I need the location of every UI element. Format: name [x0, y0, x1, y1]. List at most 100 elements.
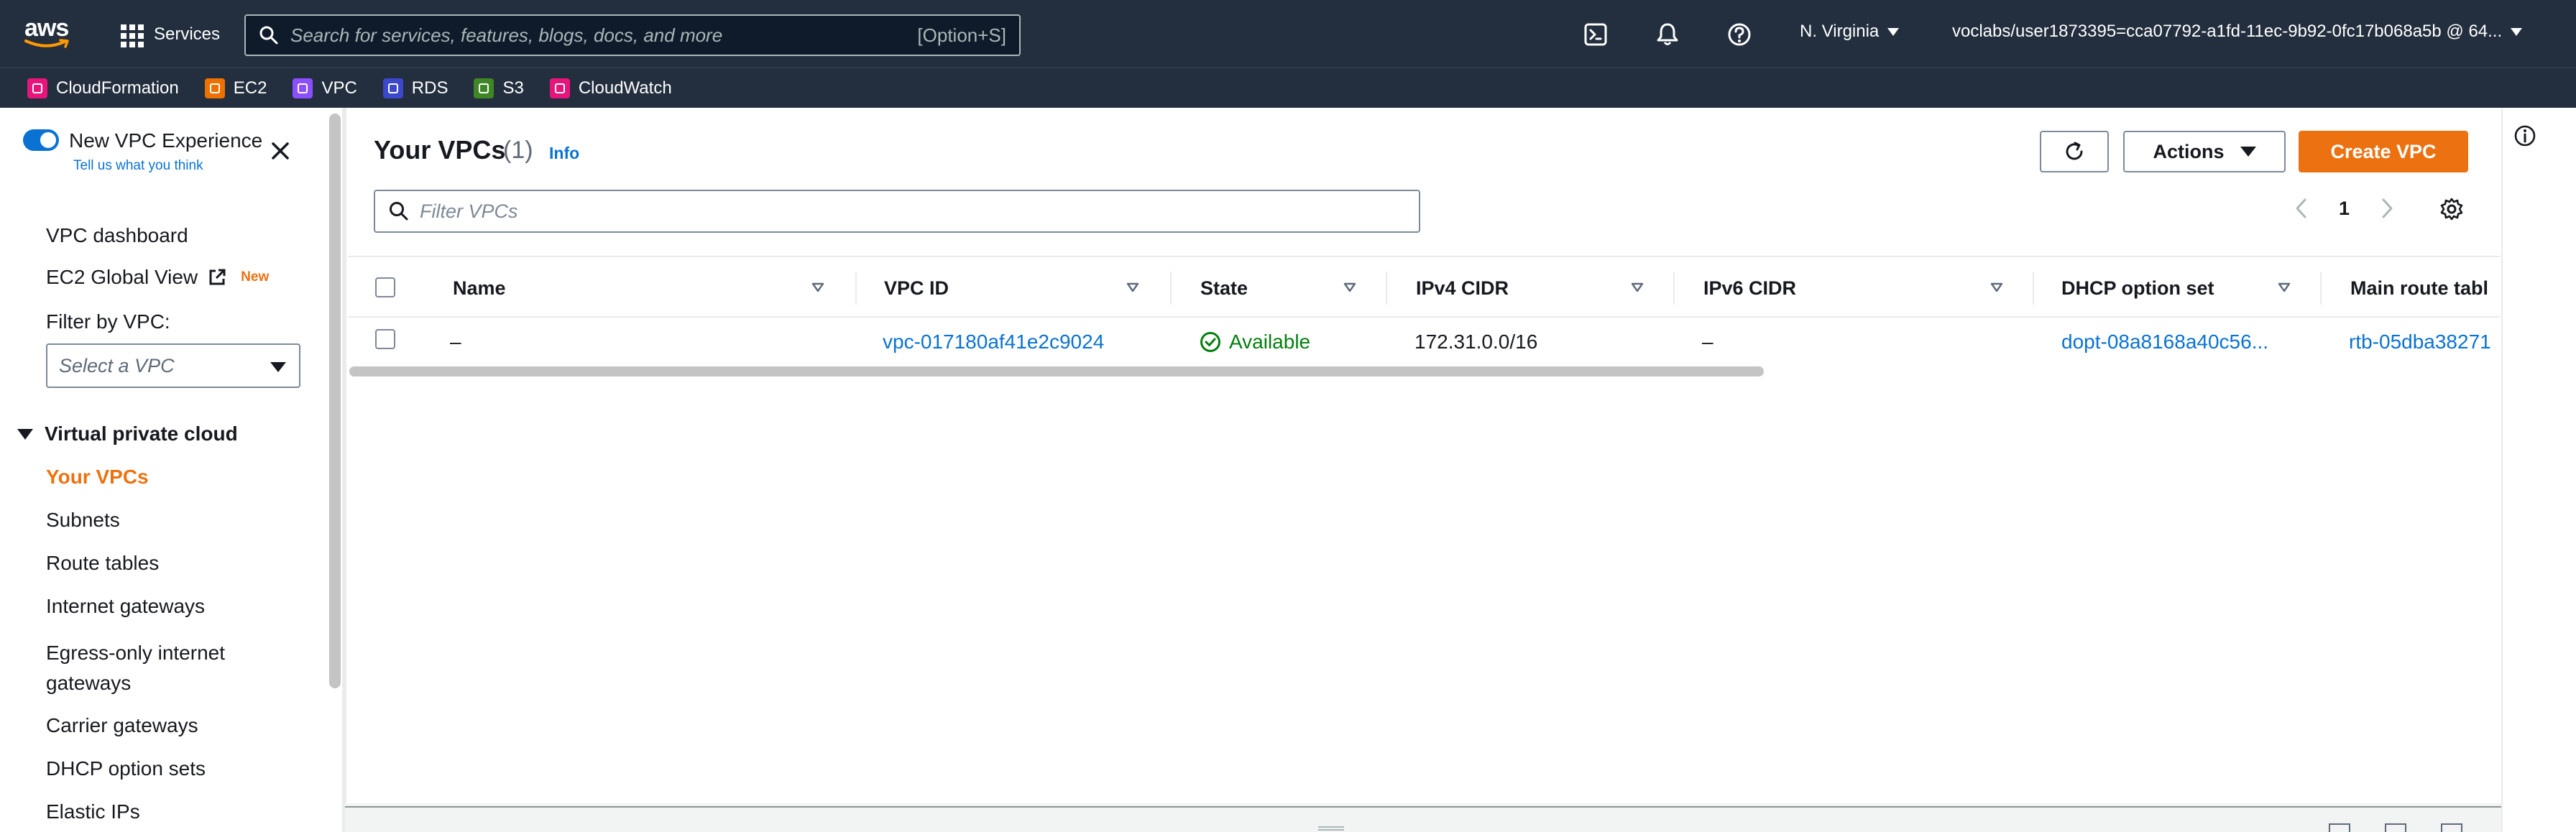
table-row[interactable]: – vpc-017180af41e2c9024 Available 172.31…: [348, 319, 2500, 362]
sort-icon[interactable]: [1990, 282, 2004, 293]
sort-icon[interactable]: [1343, 282, 1357, 293]
page-title: Your VPCs: [374, 135, 506, 165]
favorite-rds[interactable]: RDS: [382, 78, 448, 98]
favorite-label: CloudWatch: [578, 78, 672, 98]
cloudwatch-service-icon: [549, 78, 570, 98]
split-panel-hide-icon[interactable]: [2441, 823, 2462, 832]
page-number[interactable]: 1: [2339, 198, 2350, 220]
sidebar-item-egress-only-internet-gateways[interactable]: Egress-only internet gateways: [46, 638, 262, 698]
aws-logo[interactable]: aws: [24, 16, 75, 52]
cloudformation-service-icon: [27, 78, 47, 98]
column-header-main-route-table[interactable]: Main route tabl: [2350, 277, 2488, 300]
favorite-cloudformation[interactable]: CloudFormation: [27, 78, 179, 98]
section-virtual-private-cloud[interactable]: Virtual private cloud: [17, 422, 238, 445]
chevron-down-icon: [2511, 27, 2523, 36]
column-separator[interactable]: [2033, 272, 2034, 305]
vpc-filter-select[interactable]: Select a VPC: [46, 343, 300, 388]
column-header-vpc-id[interactable]: VPC ID: [884, 277, 949, 300]
global-search[interactable]: [Option+S]: [244, 14, 1021, 56]
favorite-ec2[interactable]: EC2: [204, 78, 267, 98]
gear-icon[interactable]: [2439, 197, 2464, 221]
column-separator[interactable]: [1386, 272, 1387, 305]
feedback-link[interactable]: Tell us what you think: [73, 158, 203, 174]
horizontal-scrollbar[interactable]: [348, 365, 2500, 378]
sort-icon[interactable]: [1126, 282, 1140, 293]
split-panel-side-icon[interactable]: [2385, 823, 2406, 832]
cell-main-route-table-link[interactable]: rtb-05dba38271: [2349, 331, 2491, 353]
search-shortcut-hint: [Option+S]: [917, 24, 1006, 46]
info-icon[interactable]: [2513, 124, 2537, 148]
filter-by-vpc-label: Filter by VPC:: [46, 310, 170, 333]
help-icon[interactable]: [1725, 20, 1754, 49]
services-label: Services: [154, 24, 221, 44]
aws-logo-text: aws: [24, 14, 69, 42]
split-panel-bottom-icon[interactable]: [2329, 823, 2350, 832]
sidebar-item-label: Carrier gateways: [46, 714, 198, 736]
vpc-count: (1): [503, 137, 533, 164]
filter-vpcs[interactable]: [374, 190, 1420, 233]
sidebar-item-internet-gateways[interactable]: Internet gateways: [46, 595, 205, 618]
notifications-bell-icon[interactable]: [1653, 20, 1682, 49]
sidebar-item-carrier-gateways[interactable]: Carrier gateways: [46, 714, 198, 737]
chevron-down-icon: [2240, 147, 2256, 157]
column-header-name[interactable]: Name: [453, 277, 506, 300]
sidebar-item-route-tables[interactable]: Route tables: [46, 552, 159, 575]
sidebar-item-vpc-dashboard[interactable]: VPC dashboard: [46, 224, 188, 247]
sidebar-item-ec2-global-view[interactable]: EC2 Global View New: [46, 266, 269, 289]
state-label: Available: [1229, 331, 1311, 353]
chevron-right-icon[interactable]: [2378, 197, 2396, 220]
actions-button[interactable]: Actions: [2123, 131, 2286, 172]
cell-vpc-id-link[interactable]: vpc-017180af41e2c9024: [883, 331, 1104, 353]
favorite-vpc[interactable]: VPC: [293, 78, 357, 98]
column-header-ipv4-cidr[interactable]: IPv4 CIDR: [1416, 277, 1509, 300]
refresh-button[interactable]: [2040, 131, 2109, 172]
chevron-left-icon[interactable]: [2293, 197, 2310, 220]
check-circle-icon: [1200, 332, 1220, 352]
chevron-down-icon: [1887, 27, 1900, 36]
aws-smile-icon: [24, 39, 69, 48]
sidebar-item-label: Internet gateways: [46, 595, 206, 617]
column-separator[interactable]: [855, 272, 857, 305]
table-header: Name VPC ID State IPv4 CIDR IPv6 CIDR DH…: [348, 256, 2500, 318]
sidebar-item-elastic-ips[interactable]: Elastic IPs: [46, 800, 140, 823]
horizontal-scrollbar-thumb[interactable]: [349, 366, 1764, 376]
cell-dhcp-option-set-link[interactable]: dopt-08a8168a40c56...: [2061, 331, 2268, 353]
sort-icon[interactable]: [2277, 282, 2291, 293]
column-header-ipv6-cidr[interactable]: IPv6 CIDR: [1703, 277, 1796, 300]
close-icon[interactable]: [267, 138, 293, 164]
sidebar-item-label: EC2 Global View: [46, 266, 198, 288]
favorite-cloudwatch[interactable]: CloudWatch: [549, 78, 672, 98]
favorites-bar: CloudFormation EC2 VPC RDS S3 CloudWatch: [0, 68, 2576, 108]
search-input[interactable]: [290, 24, 918, 47]
region-selector[interactable]: N. Virginia: [1800, 22, 1900, 42]
account-label: voclabs/user1873395=cca07792-a1fd-11ec-9…: [1952, 22, 2503, 41]
column-separator[interactable]: [2320, 272, 2322, 305]
drag-handle-icon[interactable]: [1318, 826, 1344, 831]
column-header-dhcp-option-set[interactable]: DHCP option set: [2061, 277, 2214, 300]
filter-vpcs-input[interactable]: [420, 200, 1419, 223]
top-navigation: aws Services [Option+S] N. Virginia: [0, 0, 2576, 68]
sidebar-item-dhcp-option-sets[interactable]: DHCP option sets: [46, 757, 206, 780]
cloudshell-icon[interactable]: [1581, 20, 1610, 49]
favorite-label: EC2: [233, 78, 267, 98]
column-separator[interactable]: [1170, 272, 1172, 305]
account-menu[interactable]: voclabs/user1873395=cca07792-a1fd-11ec-9…: [1952, 22, 2523, 42]
column-header-state[interactable]: State: [1200, 277, 1248, 300]
sort-icon[interactable]: [811, 282, 825, 293]
row-checkbox[interactable]: [375, 329, 395, 349]
sort-icon[interactable]: [1630, 282, 1644, 293]
sidebar-scrollbar[interactable]: [329, 114, 341, 688]
chevron-down-icon: [270, 362, 286, 372]
split-panel-divider: [345, 806, 2501, 808]
new-vpc-experience-toggle[interactable]: [23, 129, 59, 151]
cell-ipv6-cidr: –: [1702, 331, 1714, 353]
sidebar-item-subnets[interactable]: Subnets: [46, 509, 120, 532]
create-vpc-button[interactable]: Create VPC: [2299, 131, 2468, 172]
services-menu-button[interactable]: Services: [118, 20, 220, 49]
column-separator[interactable]: [1673, 272, 1675, 305]
favorite-s3[interactable]: S3: [474, 78, 524, 98]
select-all-checkbox[interactable]: [375, 277, 395, 297]
info-link[interactable]: Info: [549, 144, 579, 163]
favorite-label: VPC: [321, 78, 357, 98]
sidebar-item-your-vpcs[interactable]: Your VPCs: [46, 466, 149, 489]
